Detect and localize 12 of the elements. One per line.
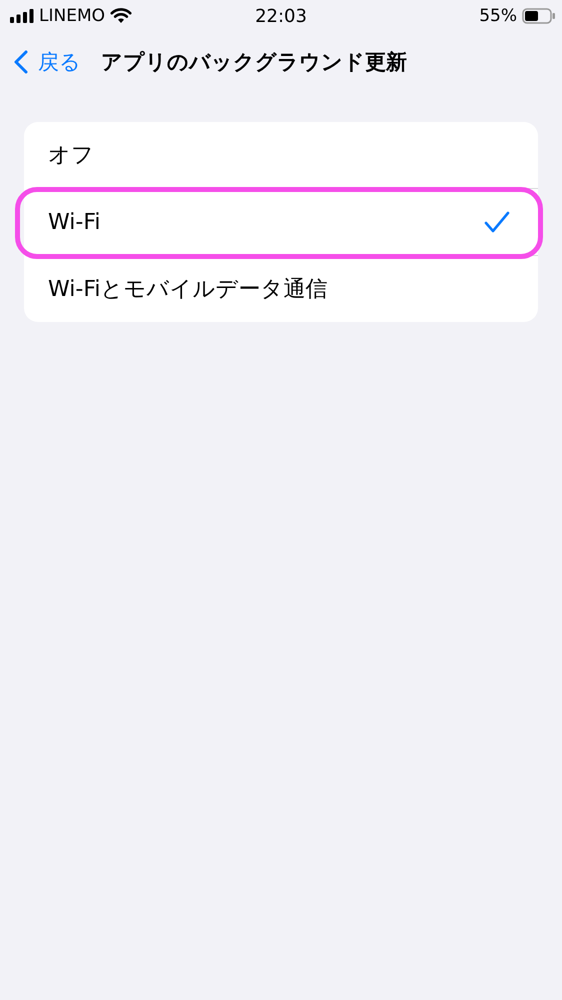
option-row[interactable]: Wi-Fi bbox=[24, 189, 538, 255]
page-title: アプリのバックグラウンド更新 bbox=[101, 49, 407, 76]
back-chevron-icon bbox=[14, 50, 28, 74]
option-row[interactable]: Wi-Fiとモバイルデータ通信 bbox=[24, 256, 538, 322]
signal-icon bbox=[10, 9, 34, 23]
carrier-name: LINEMO bbox=[39, 6, 105, 26]
battery-icon bbox=[522, 8, 556, 24]
clock-time: 22:03 bbox=[255, 6, 307, 26]
wifi-icon bbox=[110, 8, 132, 24]
option-row[interactable]: オフ bbox=[24, 122, 538, 188]
battery-percent: 55% bbox=[479, 6, 517, 26]
back-button[interactable]: 戻る bbox=[14, 48, 81, 76]
